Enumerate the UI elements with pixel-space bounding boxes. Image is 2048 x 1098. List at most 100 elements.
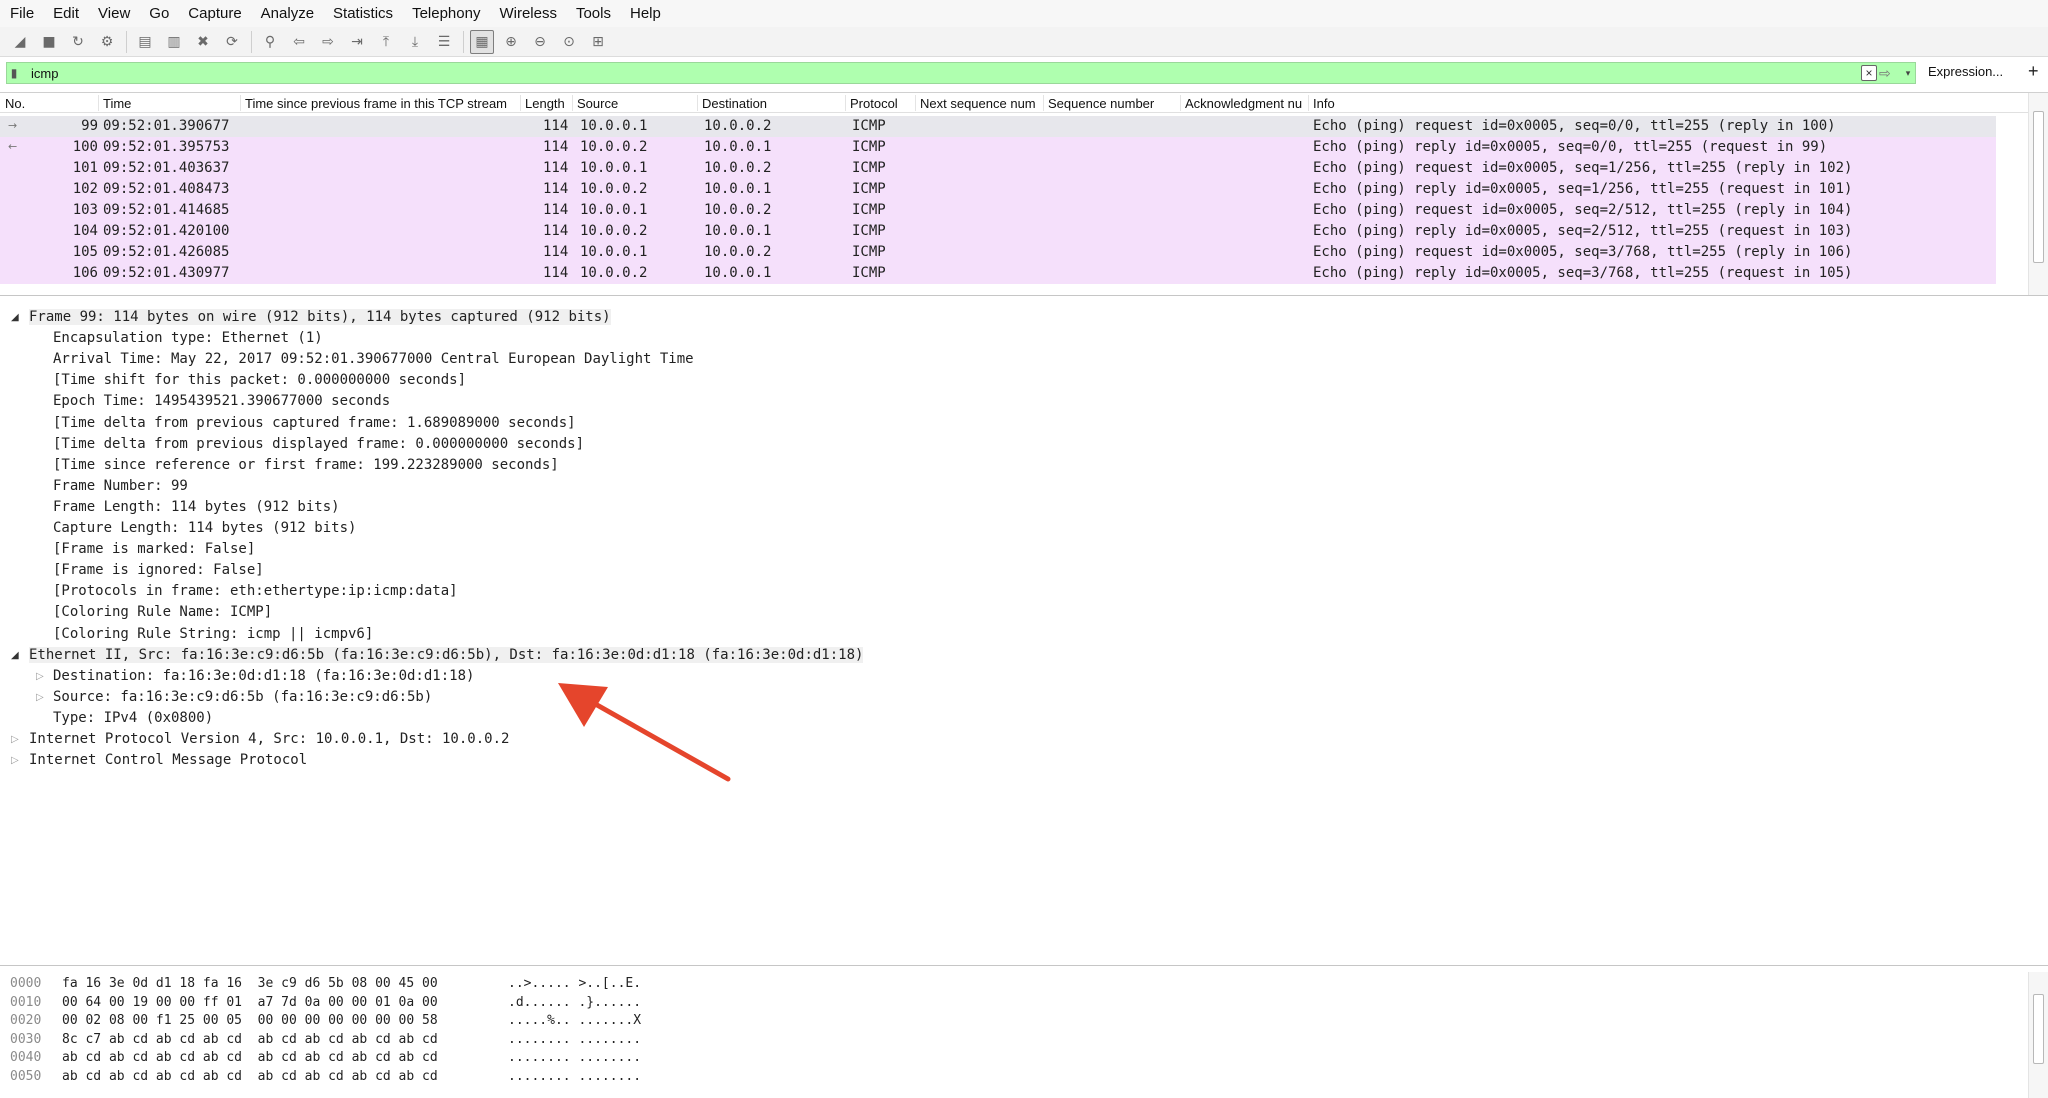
column-divider[interactable] bbox=[572, 95, 573, 111]
column-divider[interactable] bbox=[98, 95, 99, 111]
packet-list-scroll-thumb[interactable] bbox=[2033, 111, 2044, 263]
hex-ascii[interactable]: .d...... .}...... bbox=[508, 995, 641, 1010]
colorize-icon[interactable]: ▦ bbox=[470, 29, 494, 54]
detail-line[interactable]: Ethernet II, Src: fa:16:3e:c9:d6:5b (fa:… bbox=[29, 646, 864, 663]
apply-filter-button[interactable]: ⇨ bbox=[1879, 66, 1901, 80]
zoom-normal-icon[interactable]: ⊙ bbox=[557, 30, 581, 54]
collapse-triangle-right-icon[interactable]: ▷ bbox=[11, 755, 19, 766]
column-divider[interactable] bbox=[240, 95, 241, 111]
packet-row[interactable]: 103 09:52:01.414685 114 10.0.0.1 10.0.0.2 ICM… bbox=[0, 200, 1996, 221]
detail-line[interactable]: [Coloring Rule Name: ICMP] bbox=[53, 604, 272, 620]
zoom-out-icon[interactable]: ⊖ bbox=[528, 30, 552, 54]
menu-help[interactable]: Help bbox=[630, 5, 661, 22]
menu-statistics[interactable]: Statistics bbox=[333, 5, 393, 22]
packet-row[interactable]: → 99 09:52:01.390677 114 10.0.0.1 10.0.0.2 ICM… bbox=[0, 116, 1996, 137]
hex-ascii[interactable]: ..>..... >..[..E. bbox=[508, 976, 641, 991]
detail-line[interactable]: Source: fa:16:3e:c9:d6:5b (fa:16:3e:c9:d… bbox=[53, 689, 432, 705]
hex-bytes[interactable]: 8c c7 ab cd ab cd ab cd ab cd ab cd ab c… bbox=[62, 1032, 438, 1047]
col-ack-number-header[interactable]: Acknowledgment nu bbox=[1185, 96, 1302, 111]
menu-wireless[interactable]: Wireless bbox=[499, 5, 557, 22]
save-file-icon[interactable]: ▥ bbox=[162, 30, 186, 54]
column-divider[interactable] bbox=[697, 95, 698, 111]
col-time-since-prev-header[interactable]: Time since previous frame in this TCP st… bbox=[245, 96, 507, 111]
menu-edit[interactable]: Edit bbox=[53, 5, 79, 22]
hex-bytes[interactable]: fa 16 3e 0d d1 18 fa 16 3e c9 d6 5b 08 0… bbox=[62, 976, 438, 991]
menu-file[interactable]: File bbox=[10, 5, 34, 22]
expression-button[interactable]: Expression... bbox=[1928, 64, 2003, 79]
detail-line[interactable]: Destination: fa:16:3e:0d:d1:18 (fa:16:3e… bbox=[53, 668, 474, 684]
menu-telephony[interactable]: Telephony bbox=[412, 5, 480, 22]
find-packet-icon[interactable]: ⚲ bbox=[258, 30, 282, 54]
detail-line[interactable]: Encapsulation type: Ethernet (1) bbox=[53, 330, 323, 346]
col-seq-number-header[interactable]: Sequence number bbox=[1048, 96, 1154, 111]
hex-ascii[interactable]: ........ ........ bbox=[508, 1032, 641, 1047]
column-divider[interactable] bbox=[1043, 95, 1044, 111]
hex-bytes[interactable]: ab cd ab cd ab cd ab cd ab cd ab cd ab c… bbox=[62, 1069, 438, 1084]
detail-line[interactable]: Frame Number: 99 bbox=[53, 478, 188, 494]
detail-line[interactable]: [Frame is ignored: False] bbox=[53, 562, 264, 578]
collapse-triangle-right-icon[interactable]: ▷ bbox=[36, 692, 44, 703]
detail-line[interactable]: [Protocols in frame: eth:ethertype:ip:ic… bbox=[53, 583, 458, 599]
hex-ascii[interactable]: .....%.. .......X bbox=[508, 1013, 641, 1028]
go-back-icon[interactable]: ⇦ bbox=[287, 30, 311, 54]
packet-row[interactable]: 106 09:52:01.430977 114 10.0.0.2 10.0.0.1 ICM… bbox=[0, 263, 1996, 284]
detail-line[interactable]: Epoch Time: 1495439521.390677000 seconds bbox=[53, 393, 390, 409]
menu-analyze[interactable]: Analyze bbox=[261, 5, 314, 22]
reload-file-icon[interactable]: ⟳ bbox=[220, 30, 244, 54]
open-file-icon[interactable]: ▤ bbox=[133, 30, 157, 54]
detail-line[interactable]: [Coloring Rule String: icmp || icmpv6] bbox=[53, 626, 373, 642]
packet-bytes-scrollbar[interactable] bbox=[2028, 972, 2048, 1098]
menu-go[interactable]: Go bbox=[149, 5, 169, 22]
filter-history-dropdown-icon[interactable]: ▾ bbox=[1901, 63, 1915, 83]
hex-bytes[interactable]: ab cd ab cd ab cd ab cd ab cd ab cd ab c… bbox=[62, 1050, 438, 1065]
col-no-header[interactable]: No. bbox=[5, 96, 25, 111]
detail-line[interactable]: Capture Length: 114 bytes (912 bits) bbox=[53, 520, 356, 536]
detail-line[interactable]: Frame 99: 114 bytes on wire (912 bits), … bbox=[29, 309, 611, 325]
close-file-icon[interactable]: ✖ bbox=[191, 30, 215, 54]
column-divider[interactable] bbox=[915, 95, 916, 111]
column-divider[interactable] bbox=[845, 95, 846, 111]
collapse-triangle-right-icon[interactable]: ▷ bbox=[36, 671, 44, 682]
col-next-seq-header[interactable]: Next sequence num bbox=[920, 96, 1036, 111]
packet-list-scrollbar[interactable] bbox=[2028, 93, 2048, 295]
col-destination-header[interactable]: Destination bbox=[702, 96, 767, 111]
stop-capture-icon[interactable]: ■ bbox=[37, 30, 61, 54]
detail-line[interactable]: Internet Protocol Version 4, Src: 10.0.0… bbox=[29, 731, 509, 747]
go-first-icon[interactable]: ⤒ bbox=[374, 30, 398, 54]
add-filter-button[interactable]: + bbox=[2028, 61, 2039, 82]
clear-filter-button[interactable]: × bbox=[1861, 65, 1877, 81]
detail-line[interactable]: [Time shift for this packet: 0.000000000… bbox=[53, 372, 466, 388]
col-length-header[interactable]: Length bbox=[525, 96, 565, 111]
hex-ascii[interactable]: ........ ........ bbox=[508, 1050, 641, 1065]
detail-line[interactable]: Type: IPv4 (0x0800) bbox=[53, 710, 213, 726]
detail-line[interactable]: [Time delta from previous captured frame… bbox=[53, 415, 576, 431]
expand-triangle-down-icon[interactable]: ◢ bbox=[11, 650, 19, 661]
display-filter-input[interactable] bbox=[21, 63, 1821, 83]
column-divider[interactable] bbox=[1180, 95, 1181, 111]
hex-bytes[interactable]: 00 64 00 19 00 00 ff 01 a7 7d 0a 00 00 0… bbox=[62, 995, 438, 1010]
autoscroll-icon[interactable]: ☰ bbox=[432, 30, 456, 54]
zoom-in-icon[interactable]: ⊕ bbox=[499, 30, 523, 54]
col-protocol-header[interactable]: Protocol bbox=[850, 96, 898, 111]
packet-bytes-scroll-thumb[interactable] bbox=[2033, 994, 2044, 1064]
packet-row[interactable]: 105 09:52:01.426085 114 10.0.0.1 10.0.0.2 ICM… bbox=[0, 242, 1996, 263]
detail-line[interactable]: Internet Control Message Protocol bbox=[29, 752, 307, 768]
resize-columns-icon[interactable]: ⊞ bbox=[586, 30, 610, 54]
detail-line[interactable]: Arrival Time: May 22, 2017 09:52:01.3906… bbox=[53, 351, 694, 367]
column-divider[interactable] bbox=[520, 95, 521, 111]
detail-line[interactable]: [Frame is marked: False] bbox=[53, 541, 255, 557]
menu-capture[interactable]: Capture bbox=[188, 5, 241, 22]
go-to-packet-icon[interactable]: ⇥ bbox=[345, 30, 369, 54]
col-info-header[interactable]: Info bbox=[1313, 96, 1335, 111]
col-source-header[interactable]: Source bbox=[577, 96, 618, 111]
expand-triangle-down-icon[interactable]: ◢ bbox=[11, 312, 19, 323]
go-last-icon[interactable]: ⤓ bbox=[403, 30, 427, 54]
capture-options-icon[interactable]: ⚙ bbox=[95, 30, 119, 54]
menu-tools[interactable]: Tools bbox=[576, 5, 611, 22]
collapse-triangle-right-icon[interactable]: ▷ bbox=[11, 734, 19, 745]
go-forward-icon[interactable]: ⇨ bbox=[316, 30, 340, 54]
packet-row[interactable]: 101 09:52:01.403637 114 10.0.0.1 10.0.0.2 ICM… bbox=[0, 158, 1996, 179]
detail-line[interactable]: [Time delta from previous displayed fram… bbox=[53, 436, 584, 452]
hex-bytes[interactable]: 00 02 08 00 f1 25 00 05 00 00 00 00 00 0… bbox=[62, 1013, 438, 1028]
filter-bookmark-icon[interactable]: ▮ bbox=[7, 63, 21, 83]
